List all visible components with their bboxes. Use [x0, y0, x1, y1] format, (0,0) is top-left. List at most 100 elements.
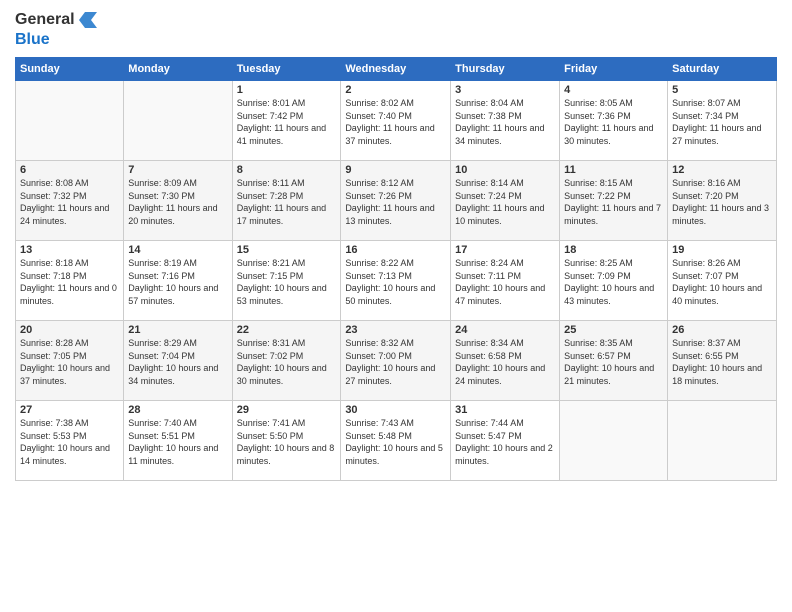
- calendar-cell: 23Sunrise: 8:32 AM Sunset: 7:00 PM Dayli…: [341, 321, 451, 401]
- day-number: 13: [20, 244, 119, 256]
- day-info: Sunrise: 8:35 AM Sunset: 6:57 PM Dayligh…: [564, 337, 663, 387]
- day-info: Sunrise: 8:07 AM Sunset: 7:34 PM Dayligh…: [672, 97, 772, 147]
- day-info: Sunrise: 8:31 AM Sunset: 7:02 PM Dayligh…: [237, 337, 337, 387]
- calendar-cell: 15Sunrise: 8:21 AM Sunset: 7:15 PM Dayli…: [232, 241, 341, 321]
- day-info: Sunrise: 8:05 AM Sunset: 7:36 PM Dayligh…: [564, 97, 663, 147]
- day-info: Sunrise: 8:29 AM Sunset: 7:04 PM Dayligh…: [128, 337, 227, 387]
- weekday-header: Friday: [560, 58, 668, 81]
- day-number: 4: [564, 84, 663, 96]
- day-info: Sunrise: 8:26 AM Sunset: 7:07 PM Dayligh…: [672, 257, 772, 307]
- calendar-cell: 3Sunrise: 8:04 AM Sunset: 7:38 PM Daylig…: [451, 81, 560, 161]
- calendar-cell: 17Sunrise: 8:24 AM Sunset: 7:11 PM Dayli…: [451, 241, 560, 321]
- day-info: Sunrise: 7:44 AM Sunset: 5:47 PM Dayligh…: [455, 417, 555, 467]
- calendar-cell: 12Sunrise: 8:16 AM Sunset: 7:20 PM Dayli…: [668, 161, 777, 241]
- day-info: Sunrise: 8:37 AM Sunset: 6:55 PM Dayligh…: [672, 337, 772, 387]
- calendar-cell: 2Sunrise: 8:02 AM Sunset: 7:40 PM Daylig…: [341, 81, 451, 161]
- calendar-cell: 9Sunrise: 8:12 AM Sunset: 7:26 PM Daylig…: [341, 161, 451, 241]
- day-number: 14: [128, 244, 227, 256]
- calendar-cell: 29Sunrise: 7:41 AM Sunset: 5:50 PM Dayli…: [232, 401, 341, 481]
- calendar-cell: 20Sunrise: 8:28 AM Sunset: 7:05 PM Dayli…: [16, 321, 124, 401]
- day-number: 24: [455, 324, 555, 336]
- calendar-cell: 11Sunrise: 8:15 AM Sunset: 7:22 PM Dayli…: [560, 161, 668, 241]
- day-number: 17: [455, 244, 555, 256]
- calendar-week: 20Sunrise: 8:28 AM Sunset: 7:05 PM Dayli…: [16, 321, 777, 401]
- day-number: 6: [20, 164, 119, 176]
- day-info: Sunrise: 7:40 AM Sunset: 5:51 PM Dayligh…: [128, 417, 227, 467]
- logo-general: General: [15, 10, 75, 29]
- day-number: 22: [237, 324, 337, 336]
- calendar-week: 1Sunrise: 8:01 AM Sunset: 7:42 PM Daylig…: [16, 81, 777, 161]
- logo-arrow-icon: [77, 10, 97, 30]
- day-info: Sunrise: 8:12 AM Sunset: 7:26 PM Dayligh…: [345, 177, 446, 227]
- day-info: Sunrise: 8:09 AM Sunset: 7:30 PM Dayligh…: [128, 177, 227, 227]
- logo-blue: Blue: [15, 30, 50, 49]
- weekday-header: Wednesday: [341, 58, 451, 81]
- day-number: 29: [237, 404, 337, 416]
- weekday-row: SundayMondayTuesdayWednesdayThursdayFrid…: [16, 58, 777, 81]
- weekday-header: Saturday: [668, 58, 777, 81]
- calendar-week: 13Sunrise: 8:18 AM Sunset: 7:18 PM Dayli…: [16, 241, 777, 321]
- calendar-cell: 7Sunrise: 8:09 AM Sunset: 7:30 PM Daylig…: [124, 161, 232, 241]
- day-number: 8: [237, 164, 337, 176]
- calendar-cell: 5Sunrise: 8:07 AM Sunset: 7:34 PM Daylig…: [668, 81, 777, 161]
- header: General Blue: [15, 10, 777, 49]
- calendar-cell: 4Sunrise: 8:05 AM Sunset: 7:36 PM Daylig…: [560, 81, 668, 161]
- calendar-cell: 26Sunrise: 8:37 AM Sunset: 6:55 PM Dayli…: [668, 321, 777, 401]
- day-number: 7: [128, 164, 227, 176]
- day-number: 3: [455, 84, 555, 96]
- calendar-cell: 10Sunrise: 8:14 AM Sunset: 7:24 PM Dayli…: [451, 161, 560, 241]
- day-number: 26: [672, 324, 772, 336]
- day-number: 16: [345, 244, 446, 256]
- logo: General Blue: [15, 10, 97, 49]
- day-info: Sunrise: 8:32 AM Sunset: 7:00 PM Dayligh…: [345, 337, 446, 387]
- calendar-cell: 31Sunrise: 7:44 AM Sunset: 5:47 PM Dayli…: [451, 401, 560, 481]
- calendar-cell: 1Sunrise: 8:01 AM Sunset: 7:42 PM Daylig…: [232, 81, 341, 161]
- day-info: Sunrise: 8:21 AM Sunset: 7:15 PM Dayligh…: [237, 257, 337, 307]
- calendar-header: SundayMondayTuesdayWednesdayThursdayFrid…: [16, 58, 777, 81]
- day-number: 21: [128, 324, 227, 336]
- day-number: 10: [455, 164, 555, 176]
- day-info: Sunrise: 8:04 AM Sunset: 7:38 PM Dayligh…: [455, 97, 555, 147]
- calendar-cell: 13Sunrise: 8:18 AM Sunset: 7:18 PM Dayli…: [16, 241, 124, 321]
- day-info: Sunrise: 8:25 AM Sunset: 7:09 PM Dayligh…: [564, 257, 663, 307]
- day-number: 9: [345, 164, 446, 176]
- calendar-cell: 14Sunrise: 8:19 AM Sunset: 7:16 PM Dayli…: [124, 241, 232, 321]
- day-number: 19: [672, 244, 772, 256]
- calendar-cell: 30Sunrise: 7:43 AM Sunset: 5:48 PM Dayli…: [341, 401, 451, 481]
- calendar-week: 6Sunrise: 8:08 AM Sunset: 7:32 PM Daylig…: [16, 161, 777, 241]
- calendar-cell: 21Sunrise: 8:29 AM Sunset: 7:04 PM Dayli…: [124, 321, 232, 401]
- day-info: Sunrise: 8:28 AM Sunset: 7:05 PM Dayligh…: [20, 337, 119, 387]
- day-number: 5: [672, 84, 772, 96]
- day-info: Sunrise: 8:22 AM Sunset: 7:13 PM Dayligh…: [345, 257, 446, 307]
- day-info: Sunrise: 7:38 AM Sunset: 5:53 PM Dayligh…: [20, 417, 119, 467]
- calendar: SundayMondayTuesdayWednesdayThursdayFrid…: [15, 57, 777, 481]
- day-number: 30: [345, 404, 446, 416]
- calendar-cell: 27Sunrise: 7:38 AM Sunset: 5:53 PM Dayli…: [16, 401, 124, 481]
- day-info: Sunrise: 8:15 AM Sunset: 7:22 PM Dayligh…: [564, 177, 663, 227]
- day-info: Sunrise: 8:14 AM Sunset: 7:24 PM Dayligh…: [455, 177, 555, 227]
- day-info: Sunrise: 8:16 AM Sunset: 7:20 PM Dayligh…: [672, 177, 772, 227]
- day-number: 25: [564, 324, 663, 336]
- day-info: Sunrise: 8:02 AM Sunset: 7:40 PM Dayligh…: [345, 97, 446, 147]
- day-number: 18: [564, 244, 663, 256]
- calendar-cell: 25Sunrise: 8:35 AM Sunset: 6:57 PM Dayli…: [560, 321, 668, 401]
- day-info: Sunrise: 8:11 AM Sunset: 7:28 PM Dayligh…: [237, 177, 337, 227]
- calendar-cell: 18Sunrise: 8:25 AM Sunset: 7:09 PM Dayli…: [560, 241, 668, 321]
- day-info: Sunrise: 8:24 AM Sunset: 7:11 PM Dayligh…: [455, 257, 555, 307]
- calendar-week: 27Sunrise: 7:38 AM Sunset: 5:53 PM Dayli…: [16, 401, 777, 481]
- calendar-cell: [16, 81, 124, 161]
- day-number: 2: [345, 84, 446, 96]
- day-number: 23: [345, 324, 446, 336]
- day-number: 12: [672, 164, 772, 176]
- weekday-header: Sunday: [16, 58, 124, 81]
- day-number: 27: [20, 404, 119, 416]
- day-info: Sunrise: 8:18 AM Sunset: 7:18 PM Dayligh…: [20, 257, 119, 307]
- calendar-cell: 28Sunrise: 7:40 AM Sunset: 5:51 PM Dayli…: [124, 401, 232, 481]
- day-info: Sunrise: 7:43 AM Sunset: 5:48 PM Dayligh…: [345, 417, 446, 467]
- calendar-cell: [560, 401, 668, 481]
- calendar-cell: 22Sunrise: 8:31 AM Sunset: 7:02 PM Dayli…: [232, 321, 341, 401]
- day-number: 28: [128, 404, 227, 416]
- day-number: 31: [455, 404, 555, 416]
- calendar-cell: 16Sunrise: 8:22 AM Sunset: 7:13 PM Dayli…: [341, 241, 451, 321]
- calendar-cell: [668, 401, 777, 481]
